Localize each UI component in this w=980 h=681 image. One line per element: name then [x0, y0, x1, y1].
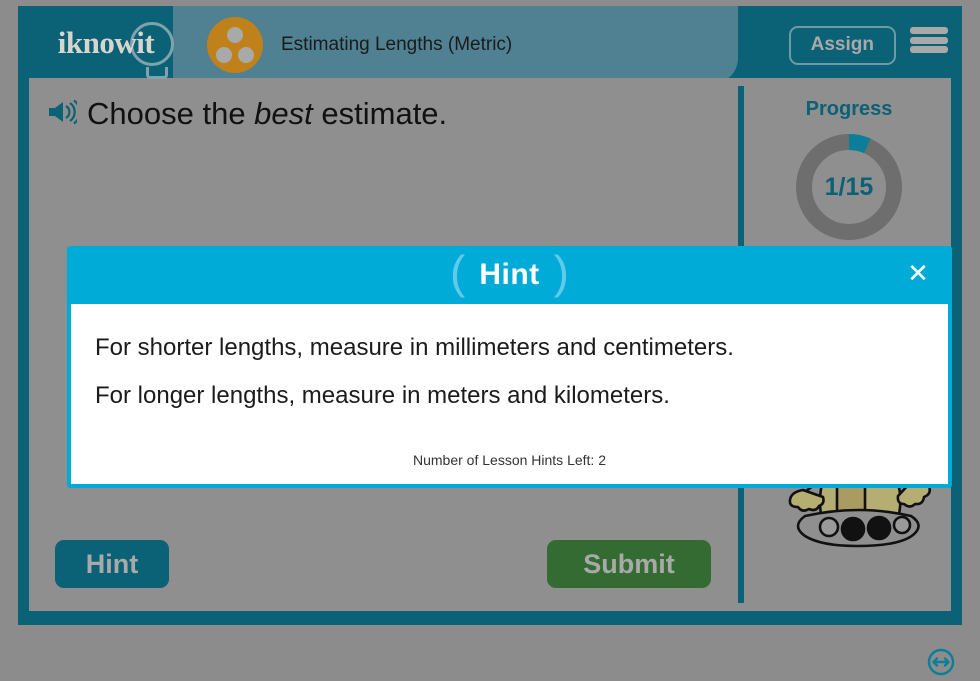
question-emphasis: best	[254, 96, 313, 131]
three-dots-badge-icon	[207, 17, 263, 73]
hint-dialog: ( Hint ) ✕ For shorter lengths, measure …	[67, 246, 952, 488]
content-panel: Choose the best estimate. Progress 1/15	[29, 78, 955, 676]
app-header: iknowit Estimating Lengths (Metric) Assi…	[18, 6, 962, 84]
question-text: Choose the best estimate.	[87, 96, 447, 132]
hint-line: For longer lengths, measure in meters an…	[95, 382, 670, 409]
resize-horizontal-icon[interactable]	[927, 648, 955, 676]
progress-ring: 1/15	[789, 127, 909, 247]
app-window: iknowit Estimating Lengths (Metric) Assi…	[18, 6, 962, 676]
decor-paren-left: (	[450, 246, 466, 298]
progress-widget: Progress 1/15	[754, 98, 944, 247]
lesson-title-plate: Estimating Lengths (Metric)	[173, 6, 738, 84]
hamburger-menu-icon[interactable]	[910, 24, 948, 56]
speaker-sound-icon[interactable]	[47, 99, 81, 130]
question-prefix: Choose the	[87, 96, 255, 131]
hint-button[interactable]: Hint	[55, 540, 169, 588]
hint-line: For shorter lengths, measure in millimet…	[95, 334, 734, 361]
decor-paren-right: )	[553, 246, 569, 298]
question-suffix: estimate.	[312, 96, 448, 131]
logo-text: iknowit	[57, 25, 155, 60]
hint-dialog-title: Hint	[479, 258, 540, 291]
hints-left-counter: Number of Lesson Hints Left: 2	[413, 452, 606, 468]
logo[interactable]: iknowit	[26, 14, 186, 79]
hint-dialog-header: ( Hint ) ✕	[67, 246, 952, 304]
assign-button[interactable]: Assign	[788, 26, 896, 65]
close-x-icon[interactable]: ✕	[904, 261, 932, 289]
question-area: Choose the best estimate.	[47, 96, 447, 132]
progress-label: Progress	[805, 98, 893, 120]
submit-button[interactable]: Submit	[547, 540, 711, 588]
lesson-title: Estimating Lengths (Metric)	[281, 34, 513, 55]
progress-count: 1/15	[824, 173, 874, 201]
hint-dialog-body: For shorter lengths, measure in millimet…	[71, 304, 948, 484]
